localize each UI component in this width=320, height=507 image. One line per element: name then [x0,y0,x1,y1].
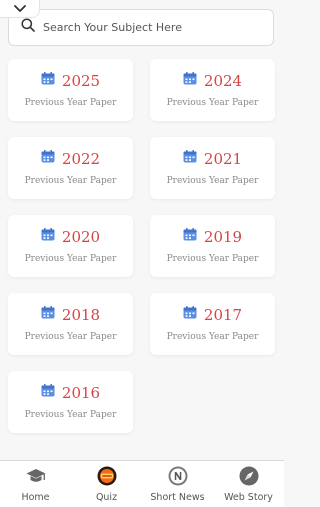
year-card-2022[interactable]: 2022 Previous Year Paper [8,137,133,199]
nav-item-short-news[interactable]: Short News [142,461,213,507]
card-header: 2017 [183,306,242,324]
bottom-navigation: Home Quiz Short News Web Story [0,460,284,507]
news-icon [168,466,188,486]
nav-item-web-story[interactable]: Web Story [213,461,284,507]
calendar-icon [183,228,197,246]
chevron-down-icon [13,0,26,18]
calendar-icon [41,72,55,90]
card-year: 2019 [203,228,243,246]
card-year: 2021 [203,150,243,168]
card-year: 2025 [61,72,101,90]
card-year: 2016 [61,384,101,402]
card-header: 2018 [41,306,100,324]
quiz-badge-icon [97,466,117,486]
calendar-icon [41,384,55,402]
card-year: 2020 [61,228,101,246]
card-subtitle: Previous Year Paper [24,410,117,420]
card-header: 2025 [41,72,100,90]
card-header: 2020 [41,228,100,246]
year-card-2018[interactable]: 2018 Previous Year Paper [8,293,133,355]
graduation-cap-icon [26,466,46,486]
collapse-toggle-button[interactable] [0,0,40,18]
compass-icon [239,466,259,486]
calendar-icon [183,306,197,324]
card-header: 2019 [183,228,242,246]
nav-item-quiz[interactable]: Quiz [71,461,142,507]
year-card-2021[interactable]: 2021 Previous Year Paper [150,137,275,199]
card-subtitle: Previous Year Paper [166,98,259,108]
card-subtitle: Previous Year Paper [24,332,117,342]
card-year: 2022 [61,150,101,168]
nav-item-home[interactable]: Home [0,461,71,507]
nav-label-quiz: Quiz [95,492,118,503]
year-card-2016[interactable]: 2016 Previous Year Paper [8,371,133,433]
nav-label-short-news: Short News [150,492,205,503]
card-subtitle: Previous Year Paper [166,254,259,264]
nav-label-web-story: Web Story [224,492,273,503]
card-year: 2024 [203,72,243,90]
card-year: 2017 [203,306,243,324]
card-year: 2018 [61,306,101,324]
card-header: 2022 [41,150,100,168]
year-card-2020[interactable]: 2020 Previous Year Paper [8,215,133,277]
card-subtitle: Previous Year Paper [24,176,117,186]
search-input[interactable] [43,21,263,34]
calendar-icon [183,150,197,168]
calendar-icon [183,72,197,90]
year-card-2019[interactable]: 2019 Previous Year Paper [150,215,275,277]
calendar-icon [41,306,55,324]
paper-year-grid: 2025 Previous Year Paper 2024 Previous Y… [8,59,275,433]
card-subtitle: Previous Year Paper [24,98,117,108]
card-subtitle: Previous Year Paper [166,176,259,186]
card-subtitle: Previous Year Paper [24,254,117,264]
search-bar[interactable] [8,9,274,46]
card-header: 2024 [183,72,242,90]
year-card-2024[interactable]: 2024 Previous Year Paper [150,59,275,121]
card-header: 2016 [41,384,100,402]
search-icon [21,18,35,37]
calendar-icon [41,228,55,246]
calendar-icon [41,150,55,168]
nav-label-home: Home [21,492,50,503]
year-card-2017[interactable]: 2017 Previous Year Paper [150,293,275,355]
card-subtitle: Previous Year Paper [166,332,259,342]
year-card-2025[interactable]: 2025 Previous Year Paper [8,59,133,121]
card-header: 2021 [183,150,242,168]
